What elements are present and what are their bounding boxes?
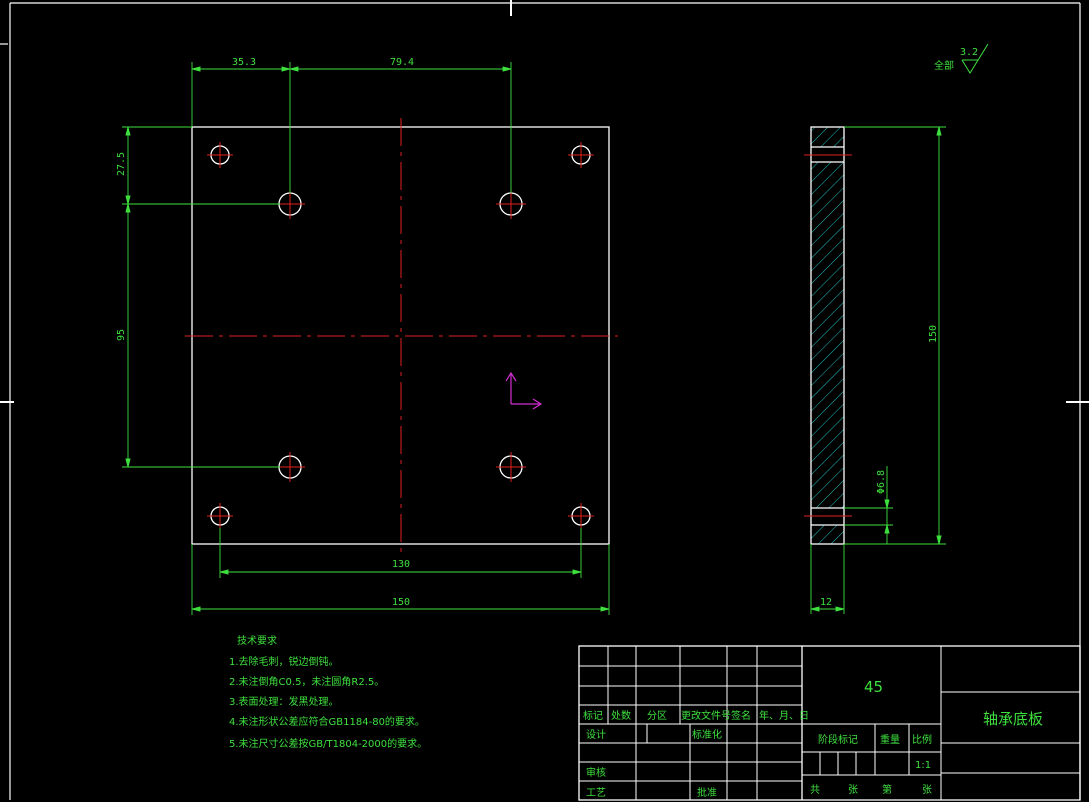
material-label: 45 — [864, 678, 883, 696]
part-name: 轴承底板 — [983, 710, 1043, 728]
technical-requirements: 技术要求 1.去除毛刺，锐边倒钝。 2.未注倒角C0.5，未注圆角R2.5。 3… — [229, 634, 427, 750]
tech-note-item: 1.去除毛刺，锐边倒钝。 — [229, 655, 339, 668]
dim-bottom-inner: 130 — [392, 559, 410, 570]
dim-left-top: 27.5 — [116, 152, 127, 176]
dim-top-left: 35.3 — [232, 57, 256, 68]
dim-bottom-outer: 150 — [392, 597, 410, 608]
sheet-total-label: 共 — [810, 784, 820, 796]
tech-notes-title: 技术要求 — [237, 634, 277, 647]
tech-note-item: 3.表面处理：发黑处理。 — [229, 695, 339, 708]
hole — [496, 452, 526, 482]
header-count: 处数 — [611, 709, 631, 722]
sheet-border — [0, 0, 1089, 800]
roughness-label: 全部 — [934, 59, 954, 72]
hole — [496, 189, 526, 219]
cad-drawing: 35.3 79.4 27.5 95 130 150 150 Φ6.8 12 全部… — [0, 0, 1089, 801]
ucs-icon — [505, 371, 543, 410]
weight-label: 重量 — [880, 733, 900, 746]
review-label: 审核 — [586, 766, 606, 779]
standardize-label: 标准化 — [692, 728, 722, 741]
tech-note-item: 2.未注倒角C0.5，未注圆角R2.5。 — [229, 675, 384, 688]
header-signature: 签名 — [731, 709, 751, 722]
sheet-number-unit: 张 — [922, 784, 932, 796]
tech-note-item: 5.未注尺寸公差按GB/T1804-2000的要求。 — [229, 737, 427, 750]
design-label: 设计 — [586, 728, 606, 741]
sheet-number-label: 第 — [882, 783, 892, 796]
dim-top-mid: 79.4 — [390, 57, 414, 68]
dim-side-hole: Φ6.8 — [876, 470, 887, 494]
roughness-value: 3.2 — [960, 47, 978, 58]
stage-mark-label: 阶段标记 — [818, 733, 858, 746]
process-label: 工艺 — [586, 787, 606, 799]
header-date: 年、月、日 — [759, 709, 809, 722]
sheet-total-unit: 张 — [848, 784, 858, 796]
side-view — [804, 126, 852, 545]
header-zone: 分区 — [647, 710, 667, 722]
dim-side-width: 12 — [820, 597, 832, 608]
header-mark: 标记 — [583, 710, 603, 722]
header-change-doc: 更改文件号 — [681, 709, 731, 722]
dim-side-height: 150 — [928, 325, 939, 343]
main-centerlines — [185, 118, 618, 552]
roughness-symbol: 全部 3.2 — [934, 43, 989, 74]
hole — [207, 503, 233, 529]
hole — [568, 142, 594, 168]
scale-value: 1:1 — [915, 760, 931, 771]
hole — [568, 503, 594, 529]
dimension-lines — [122, 62, 610, 615]
dim-left-mid: 95 — [116, 329, 127, 341]
tech-note-item: 4.未注形状公差应符合GB1184-80的要求。 — [229, 715, 425, 728]
hole — [207, 142, 233, 168]
scale-label: 比例 — [912, 733, 932, 746]
approve-label: 批准 — [697, 786, 717, 799]
